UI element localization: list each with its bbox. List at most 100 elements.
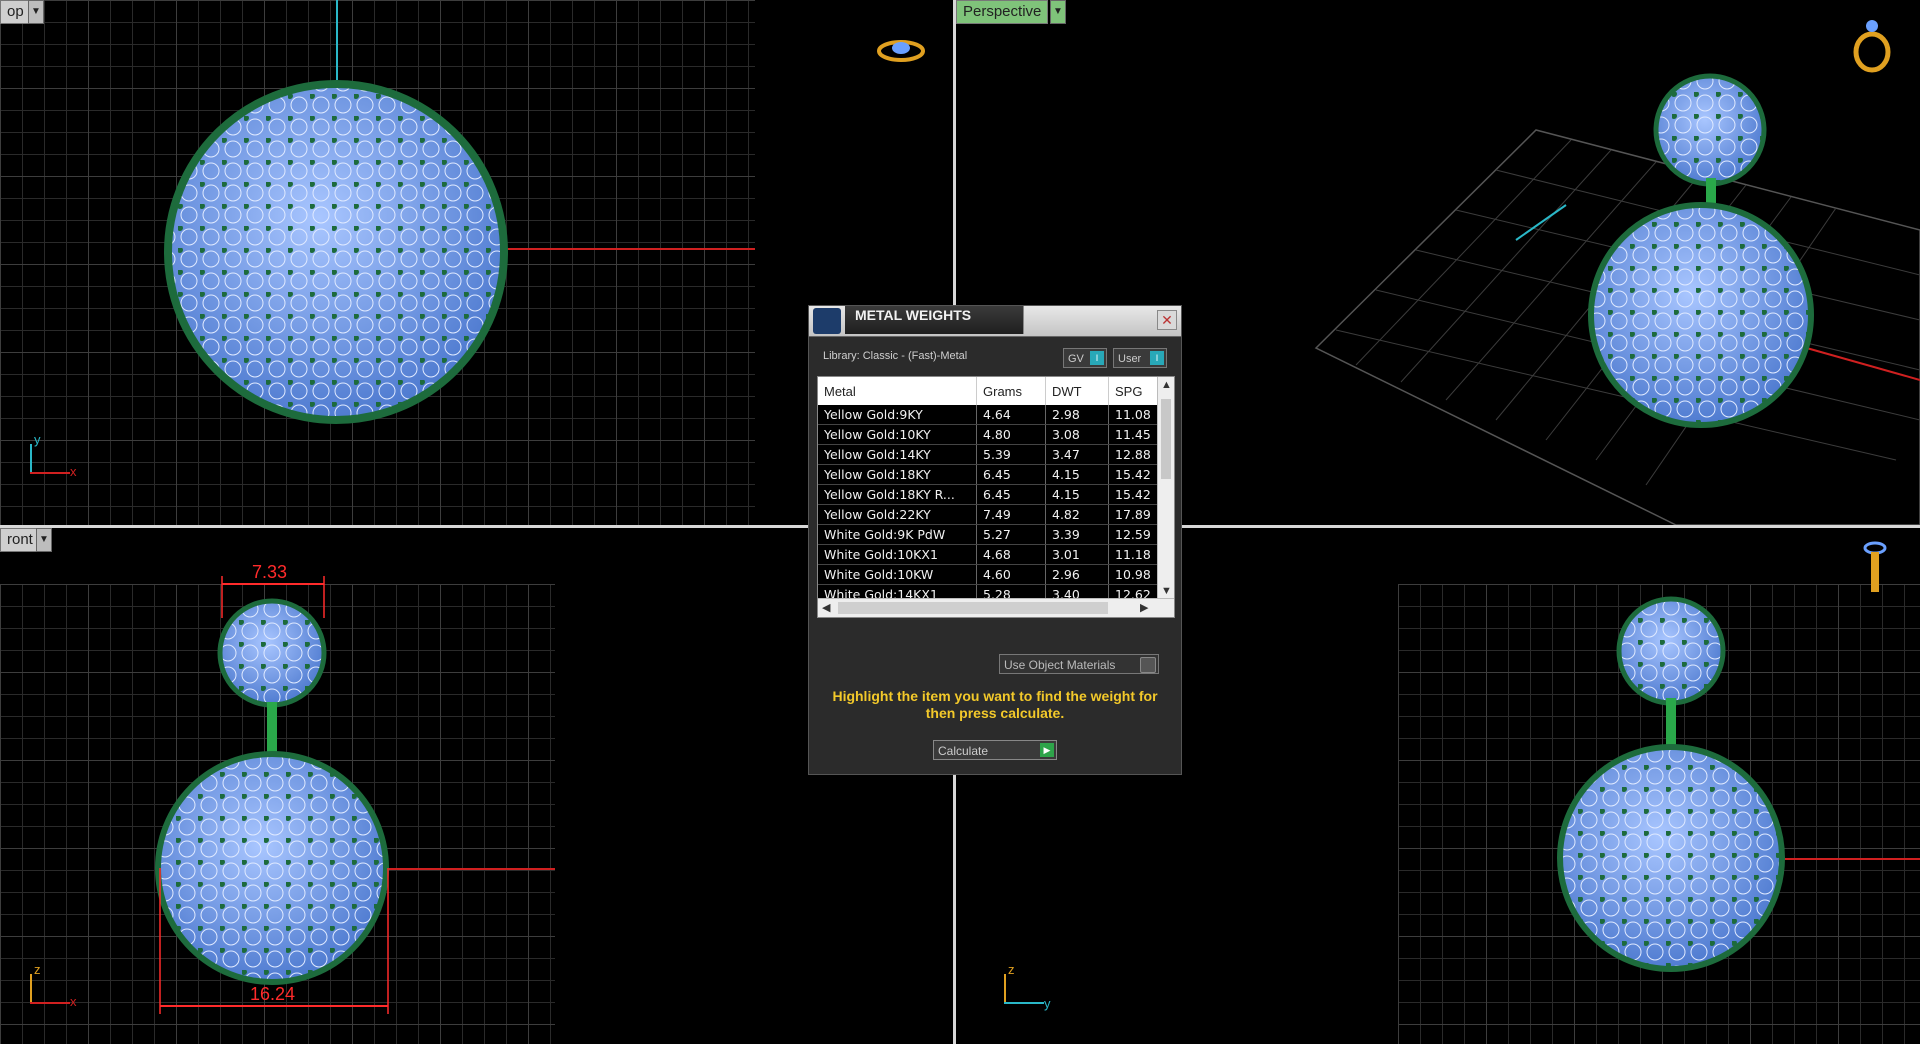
table-header-row: Metal Grams DWT SPG bbox=[818, 377, 1162, 405]
table-cell: 11.18 bbox=[1108, 544, 1162, 565]
axis-indicator: z y bbox=[998, 962, 1058, 1011]
instruction-message: Highlight the item you want to find the … bbox=[832, 688, 1158, 721]
vertical-scrollbar[interactable]: ▲ ▼ bbox=[1157, 377, 1174, 599]
axis-z-label: z bbox=[34, 962, 41, 977]
metal-table[interactable]: Metal Grams DWT SPG Yellow Gold:9KY 4.64 2… bbox=[817, 376, 1175, 618]
column-header[interactable]: DWT bbox=[1045, 377, 1109, 405]
table-row[interactable]: Yellow Gold:10KY 4.80 3.08 11.45 bbox=[818, 424, 1162, 445]
horizontal-scrollbar[interactable]: ◀ ▶ bbox=[818, 598, 1174, 617]
chevron-down-icon[interactable]: ▼ bbox=[28, 0, 44, 24]
pendant-gizmo-icon[interactable] bbox=[1860, 540, 1890, 610]
table-cell: Yellow Gold:10KY bbox=[818, 424, 977, 445]
table-cell: 12.88 bbox=[1108, 444, 1162, 465]
table-row[interactable]: Yellow Gold:22KY 7.49 4.82 17.89 bbox=[818, 504, 1162, 525]
toggle-icon bbox=[1140, 657, 1156, 673]
table-cell: 3.01 bbox=[1045, 544, 1109, 565]
user-toggle-label: User bbox=[1118, 353, 1142, 365]
table-cell: 4.68 bbox=[976, 544, 1046, 565]
viewport-label-top[interactable]: op bbox=[0, 0, 31, 24]
table-cell: White Gold:10KW bbox=[818, 564, 977, 585]
viewport-label-perspective[interactable]: Perspective bbox=[956, 0, 1049, 24]
dimension-bottom: 16.24 bbox=[250, 984, 296, 1004]
table-cell: 6.45 bbox=[976, 484, 1046, 505]
table-cell: Yellow Gold:18KY R... bbox=[818, 484, 977, 505]
axis-y-label: y bbox=[34, 432, 41, 447]
dimension-top: 7.33 bbox=[252, 562, 288, 582]
table-cell: 11.08 bbox=[1108, 405, 1162, 425]
metal-weights-dialog[interactable]: METAL WEIGHTS ✕ Library: Classic - (Fast… bbox=[808, 305, 1182, 775]
table-cell: 12.59 bbox=[1108, 524, 1162, 545]
scroll-thumb[interactable] bbox=[1161, 399, 1171, 479]
table-row[interactable]: White Gold:10KW 4.60 2.96 10.98 bbox=[818, 564, 1162, 585]
column-header[interactable]: SPG bbox=[1108, 377, 1162, 405]
table-cell: 5.39 bbox=[976, 444, 1046, 465]
ring-gizmo-icon[interactable] bbox=[1850, 16, 1900, 76]
pendant-small-sphere bbox=[1616, 596, 1726, 706]
table-row[interactable]: Yellow Gold:9KY 4.64 2.98 11.08 bbox=[818, 405, 1162, 425]
scroll-right-icon[interactable]: ▶ bbox=[1140, 601, 1148, 614]
pendant-small-sphere bbox=[1653, 73, 1767, 187]
column-header[interactable]: Metal bbox=[818, 377, 977, 405]
gv-toggle[interactable]: GV I bbox=[1063, 348, 1107, 368]
table-cell: 17.89 bbox=[1108, 504, 1162, 525]
table-cell: 10.98 bbox=[1108, 564, 1162, 585]
table-cell: Yellow Gold:14KY bbox=[818, 444, 977, 465]
table-row[interactable]: Yellow Gold:14KY 5.39 3.47 12.88 bbox=[818, 444, 1162, 465]
pendant-large-sphere bbox=[1557, 744, 1785, 972]
scroll-left-icon[interactable]: ◀ bbox=[822, 601, 830, 614]
table-row[interactable]: Yellow Gold:18KY 6.45 4.15 15.42 bbox=[818, 464, 1162, 485]
table-cell: White Gold:9K PdW bbox=[818, 524, 977, 545]
table-cell: Yellow Gold:18KY bbox=[818, 464, 977, 485]
dialog-title: METAL WEIGHTS bbox=[845, 306, 1025, 334]
table-cell: 3.47 bbox=[1045, 444, 1109, 465]
axis-indicator: z x bbox=[24, 962, 84, 1010]
table-cell: 7.49 bbox=[976, 504, 1046, 525]
dialog-titlebar[interactable]: METAL WEIGHTS ✕ bbox=[809, 306, 1181, 337]
axis-y-label: y bbox=[1044, 996, 1051, 1011]
ring-gizmo-icon[interactable] bbox=[876, 36, 926, 66]
viewport-divider-horizontal[interactable] bbox=[1180, 525, 1920, 528]
viewport-divider-horizontal[interactable] bbox=[0, 525, 808, 528]
axis-x-label: x bbox=[70, 994, 77, 1009]
gv-toggle-label: GV bbox=[1068, 353, 1084, 365]
chevron-down-icon[interactable]: ▼ bbox=[1050, 0, 1066, 24]
chevron-down-icon[interactable]: ▼ bbox=[36, 528, 52, 552]
table-cell: 3.08 bbox=[1045, 424, 1109, 445]
calculate-button[interactable]: Calculate ▶ bbox=[933, 740, 1057, 760]
table-cell: White Gold:10KX1 bbox=[818, 544, 977, 565]
scroll-thumb[interactable] bbox=[838, 602, 1108, 614]
axis-line-y bbox=[336, 0, 338, 80]
table-cell: 4.15 bbox=[1045, 484, 1109, 505]
axis-z-label: z bbox=[1008, 962, 1015, 977]
use-object-materials-toggle[interactable]: Use Object Materials bbox=[999, 654, 1159, 674]
table-row[interactable]: White Gold:9K PdW 5.27 3.39 12.59 bbox=[818, 524, 1162, 545]
scroll-up-icon[interactable]: ▲ bbox=[1161, 379, 1172, 391]
table-row[interactable]: White Gold:10KX1 4.68 3.01 11.18 bbox=[818, 544, 1162, 565]
toggle-knob-icon: I bbox=[1090, 351, 1104, 365]
table-cell: 2.96 bbox=[1045, 564, 1109, 585]
toggle-knob-icon: I bbox=[1150, 351, 1164, 365]
close-icon[interactable]: ✕ bbox=[1157, 310, 1177, 330]
table-cell: 4.15 bbox=[1045, 464, 1109, 485]
table-cell: 4.60 bbox=[976, 564, 1046, 585]
library-label: Library: Classic - (Fast)-Metal bbox=[823, 350, 968, 362]
viewport-label-front[interactable]: ront bbox=[0, 528, 40, 552]
table-cell: 4.82 bbox=[1045, 504, 1109, 525]
table-cell: 11.45 bbox=[1108, 424, 1162, 445]
table-cell: 3.39 bbox=[1045, 524, 1109, 545]
axis-x-label: x bbox=[70, 464, 77, 479]
table-cell: 6.45 bbox=[976, 464, 1046, 485]
table-cell: 15.42 bbox=[1108, 484, 1162, 505]
table-cell: Yellow Gold:9KY bbox=[818, 405, 977, 425]
app-logo-icon bbox=[813, 308, 841, 334]
play-icon: ▶ bbox=[1040, 743, 1054, 757]
user-toggle[interactable]: User I bbox=[1113, 348, 1167, 368]
table-cell: 15.42 bbox=[1108, 464, 1162, 485]
table-cell: 2.98 bbox=[1045, 405, 1109, 425]
scroll-down-icon[interactable]: ▼ bbox=[1161, 585, 1172, 597]
calculate-label: Calculate bbox=[938, 744, 989, 758]
table-cell: 4.80 bbox=[976, 424, 1046, 445]
column-header[interactable]: Grams bbox=[976, 377, 1046, 405]
table-row[interactable]: Yellow Gold:18KY R... 6.45 4.15 15.42 bbox=[818, 484, 1162, 505]
pendant-sphere-top bbox=[164, 80, 508, 424]
